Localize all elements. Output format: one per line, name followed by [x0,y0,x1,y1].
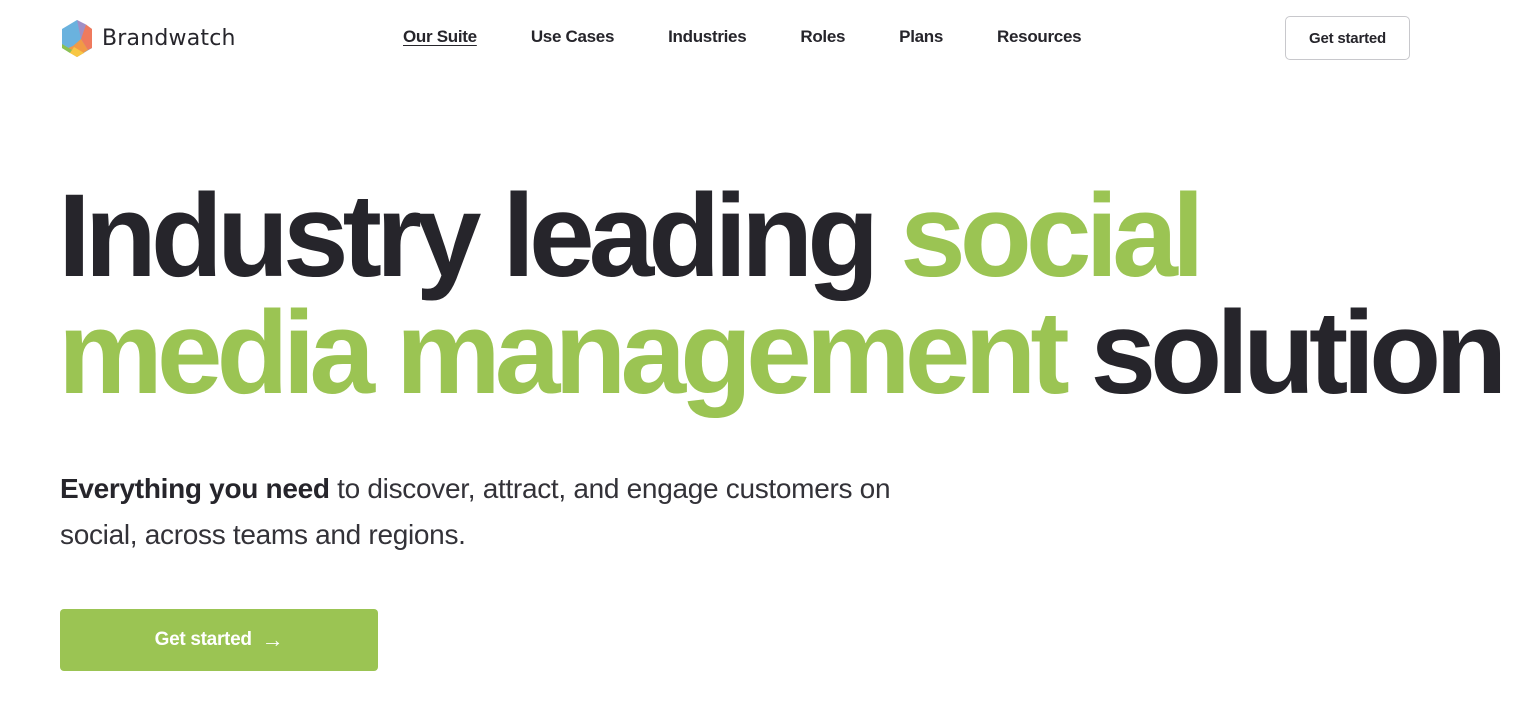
nav-item-our-suite[interactable]: Our Suite [403,27,477,47]
nav-item-plans[interactable]: Plans [899,27,943,47]
nav-item-roles[interactable]: Roles [800,27,845,47]
nav-item-use-cases[interactable]: Use Cases [531,27,615,47]
brand-logo[interactable]: Brandwatch [60,20,236,57]
arrow-right-icon: → [261,627,284,652]
brandwatch-hexagon-icon [62,20,92,57]
hero-cta-label: Get started [154,629,252,650]
brand-name: Brandwatch [102,26,236,51]
headline-part-3: media management [58,287,1070,419]
hero-subheading: Everything you need to discover, attract… [60,466,940,558]
nav-item-industries[interactable]: Industries [668,27,747,47]
nav-item-resources[interactable]: Resources [997,27,1082,47]
header-get-started-button[interactable]: Get started [1285,16,1410,60]
subheading-bold: Everything you need [60,473,330,504]
headline-part-4: solution [1063,287,1507,419]
hero-headline: Industry leading social media management … [58,177,1507,412]
hero-get-started-button[interactable]: Get started → [60,609,378,671]
headline-part-2: social [900,170,1205,302]
headline-part-1: Industry leading [58,170,901,302]
main-nav: Our Suite Use Cases Industries Roles Pla… [403,27,1082,47]
